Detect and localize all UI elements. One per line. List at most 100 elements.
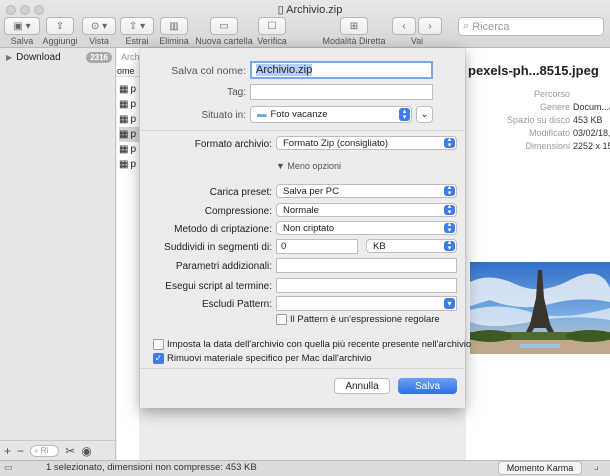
scissors-icon[interactable]: ✂: [65, 444, 75, 458]
list-item-label: p: [130, 84, 137, 95]
close-window-button[interactable]: [6, 5, 16, 15]
list-item[interactable]: ▦ p: [119, 142, 139, 157]
split-size-input[interactable]: 0: [276, 239, 358, 254]
direct-mode-toolbar-button[interactable]: ⊞: [340, 17, 368, 35]
save-toolbar-button[interactable]: ▣ ▾: [4, 17, 40, 35]
status-text: 1 selezionato, dimensioni non compresse:…: [46, 462, 257, 473]
extract-toolbar-button[interactable]: ⇧ ▾: [120, 17, 154, 35]
meta-key: Spazio su disco: [506, 115, 570, 125]
view-toolbar-button[interactable]: ⊙ ▾: [82, 17, 116, 35]
date-checkbox[interactable]: [153, 339, 164, 350]
file-list-column-header[interactable]: ome: [117, 66, 139, 77]
remove-mac-label: Rimuovi materiale specifico per Mac dall…: [167, 353, 372, 364]
add-toolbar-label: Aggiungi: [42, 36, 78, 46]
save-button[interactable]: Salva: [398, 378, 457, 394]
save-as-input[interactable]: Archivio.zip: [250, 61, 433, 79]
back-button[interactable]: ‹: [392, 17, 416, 35]
remove-icon[interactable]: −: [17, 444, 24, 458]
list-item-label: p: [130, 99, 137, 110]
list-item-selected[interactable]: ▦ p: [119, 127, 139, 142]
list-item-label: p: [130, 144, 137, 155]
preset-value: Salva per PC: [283, 185, 339, 197]
location-label: Situato in:: [201, 110, 246, 121]
search-placeholder: Ricerca: [472, 20, 510, 33]
forward-button[interactable]: ›: [418, 17, 442, 35]
preview-image: [470, 262, 610, 354]
tags-input[interactable]: [250, 84, 433, 100]
list-item-label: p: [130, 114, 137, 125]
popup-arrows-icon: ▴ ▾: [444, 136, 455, 149]
minimize-window-button[interactable]: [20, 5, 30, 15]
meta-key: Dimensioni: [525, 141, 570, 151]
meta-key: Percorso: [533, 89, 570, 99]
location-popup[interactable]: ▬ Foto vacanze ▴ ▾: [250, 106, 412, 123]
format-popup[interactable]: Formato Zip (consigliato) ▴ ▾: [276, 136, 457, 150]
tags-label: Tag:: [227, 87, 246, 98]
window-title-text: Archivio.zip: [286, 4, 343, 16]
less-options-toggle[interactable]: ▼ Meno opzioni: [276, 161, 341, 171]
script-label: Esegui script al termine:: [165, 281, 272, 292]
expand-location-button[interactable]: ⌄: [416, 106, 433, 123]
zoom-window-button[interactable]: [34, 5, 44, 15]
image-file-icon: ▦: [119, 144, 129, 155]
sidebar-search-input[interactable]: ⌕ Ri: [30, 444, 60, 457]
preset-popup[interactable]: Salva per PC ▴ ▾: [276, 184, 457, 198]
eiffel-tower-photo: [470, 262, 610, 354]
params-input[interactable]: [276, 258, 457, 273]
popup-arrows-icon: ▴ ▾: [444, 203, 455, 216]
divider: [140, 130, 465, 131]
list-item[interactable]: ▦ p: [119, 97, 139, 112]
sidebar-search-placeholder: Ri: [40, 445, 49, 455]
trash-icon: ▥: [169, 20, 179, 32]
add-icon[interactable]: +: [4, 444, 11, 458]
search-field[interactable]: ⌕ Ricerca: [458, 17, 604, 36]
split-size-value: 0: [281, 241, 287, 252]
popup-arrows-icon: ▴ ▾: [399, 108, 410, 121]
meta-key: Genere: [539, 102, 570, 112]
compression-popup[interactable]: Normale ▴ ▾: [276, 203, 457, 217]
save-as-label: Salva col nome:: [171, 65, 246, 77]
eye-icon[interactable]: ◉: [81, 444, 91, 458]
list-item-label: p: [130, 159, 137, 170]
new-folder-toolbar-button[interactable]: ▭: [210, 17, 238, 35]
exclude-input[interactable]: ▾: [276, 296, 457, 311]
popup-arrows-icon: ▴ ▾: [444, 239, 455, 252]
format-label: Formato archivio:: [194, 139, 272, 150]
verify-toolbar-button[interactable]: ☐: [258, 17, 286, 35]
direct-mode-icon: ⊞: [349, 20, 359, 32]
encryption-label: Metodo di criptazione:: [174, 224, 272, 235]
location-value: Foto vacanze: [270, 109, 328, 120]
cancel-button[interactable]: Annulla: [334, 378, 390, 394]
list-item[interactable]: ▦ p: [119, 157, 139, 172]
list-item[interactable]: ▦ p: [119, 82, 139, 97]
delete-toolbar-button[interactable]: ▥: [160, 17, 188, 35]
script-input[interactable]: [276, 278, 457, 293]
regex-checkbox[interactable]: [276, 314, 287, 325]
window-title: ▯ Archivio.zip: [250, 3, 370, 16]
file-list-header-top: Arch: [121, 52, 140, 62]
date-label: Imposta la data dell'archivio con quella…: [167, 339, 472, 350]
encryption-popup[interactable]: Non criptato ▴ ▾: [276, 221, 457, 235]
status-icon: ▭: [4, 462, 13, 472]
meta-key: Modificato: [528, 128, 570, 138]
sidebar-item-label: Download: [16, 51, 61, 63]
add-toolbar-button[interactable]: ⇪: [46, 17, 74, 35]
exclude-label: Escludi Pattern:: [201, 299, 272, 310]
chevron-down-icon[interactable]: ▾: [444, 298, 455, 309]
list-item[interactable]: ▦ p: [119, 112, 139, 127]
divider: [140, 368, 465, 369]
remove-mac-checkbox[interactable]: ✓: [153, 353, 164, 364]
karma-button[interactable]: Momento Karma: [498, 461, 582, 475]
compression-label: Compressione:: [204, 206, 272, 217]
verify-icon: ☐: [267, 20, 277, 32]
disclosure-down-icon: ▼: [276, 161, 288, 171]
meta-value: 2252 x 1500: [573, 141, 610, 151]
split-unit-popup[interactable]: KB ▴ ▾: [366, 239, 457, 253]
chevron-left-icon: ‹: [402, 20, 406, 32]
chevron-down-icon: ▾: [102, 20, 108, 32]
compression-value: Normale: [283, 204, 319, 216]
new-folder-toolbar-label: Nuova cartella: [195, 36, 253, 46]
chevron-down-icon: ▾: [25, 20, 31, 32]
sidebar-item-download[interactable]: ▶ Download 2316: [0, 50, 116, 64]
disclosure-triangle-icon[interactable]: ▶: [6, 53, 12, 62]
